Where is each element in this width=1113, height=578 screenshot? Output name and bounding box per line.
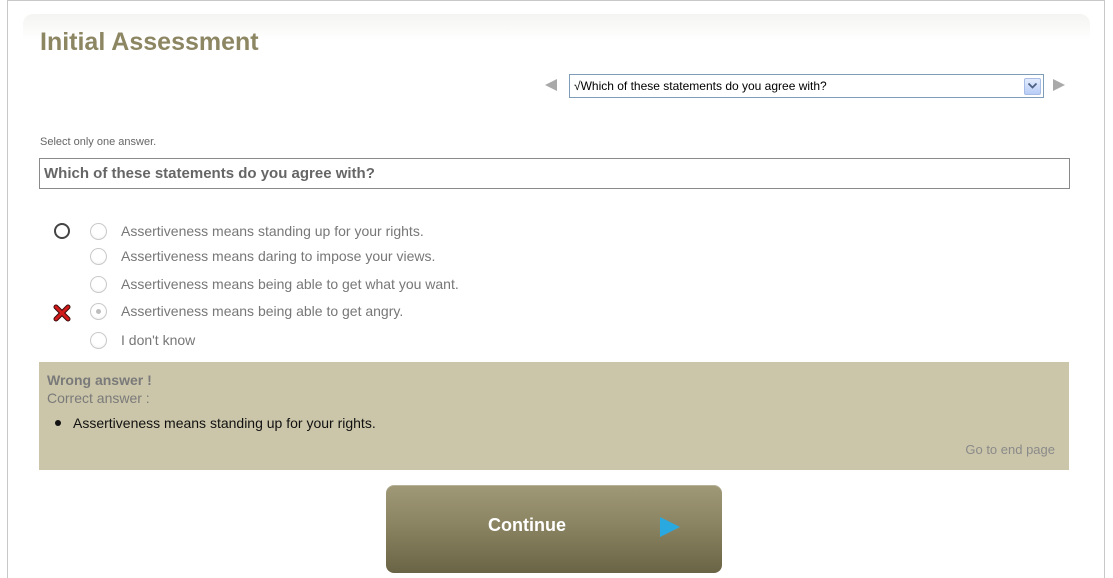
answer-option-label: Assertiveness means being able to get an…	[121, 303, 404, 319]
correct-answer-item: Assertiveness means standing up for your…	[55, 415, 376, 431]
correct-answer-text: Assertiveness means standing up for your…	[73, 415, 376, 431]
continue-button[interactable]: Continue	[386, 485, 722, 573]
answer-option-label: Assertiveness means daring to impose you…	[121, 248, 436, 264]
answer-instruction: Select only one answer.	[40, 136, 157, 148]
feedback-panel: Wrong answer ! Correct answer : Assertiv…	[39, 362, 1069, 470]
chevron-down-icon[interactable]	[1024, 77, 1041, 95]
feedback-title: Wrong answer !	[47, 372, 152, 388]
radio-button[interactable]	[90, 222, 107, 240]
radio-button[interactable]	[90, 331, 107, 349]
correct-answer-marker-icon	[54, 223, 70, 239]
play-arrow-icon	[660, 517, 680, 537]
previous-question-arrow-icon[interactable]	[545, 79, 557, 91]
wrong-answer-x-icon	[53, 304, 71, 322]
radio-button[interactable]	[90, 302, 107, 320]
radio-button[interactable]	[90, 275, 107, 293]
answer-option[interactable]: I don't know	[90, 329, 195, 351]
answer-option-label: Assertiveness means being able to get wh…	[121, 276, 459, 292]
question-text: Which of these statements do you agree w…	[39, 158, 1070, 189]
next-question-arrow-icon[interactable]	[1053, 79, 1065, 91]
bullet-icon	[55, 420, 61, 426]
page-title: Initial Assessment	[40, 28, 259, 56]
radio-button[interactable]	[90, 247, 107, 265]
correct-answer-heading: Correct answer :	[47, 390, 150, 406]
answer-option[interactable]: Assertiveness means daring to impose you…	[90, 245, 435, 267]
go-to-end-page-link[interactable]: Go to end page	[965, 442, 1055, 457]
answer-option[interactable]: Assertiveness means standing up for your…	[90, 220, 424, 242]
answer-option[interactable]: Assertiveness means being able to get wh…	[90, 273, 459, 295]
question-select[interactable]: √Which of these statements do you agree …	[569, 74, 1044, 98]
continue-button-label: Continue	[488, 515, 566, 535]
answer-option[interactable]: Assertiveness means being able to get an…	[90, 300, 403, 322]
answer-option-label: I don't know	[121, 332, 196, 348]
answer-option-label: Assertiveness means standing up for your…	[121, 223, 424, 239]
question-select-value: √Which of these statements do you agree …	[574, 79, 827, 93]
